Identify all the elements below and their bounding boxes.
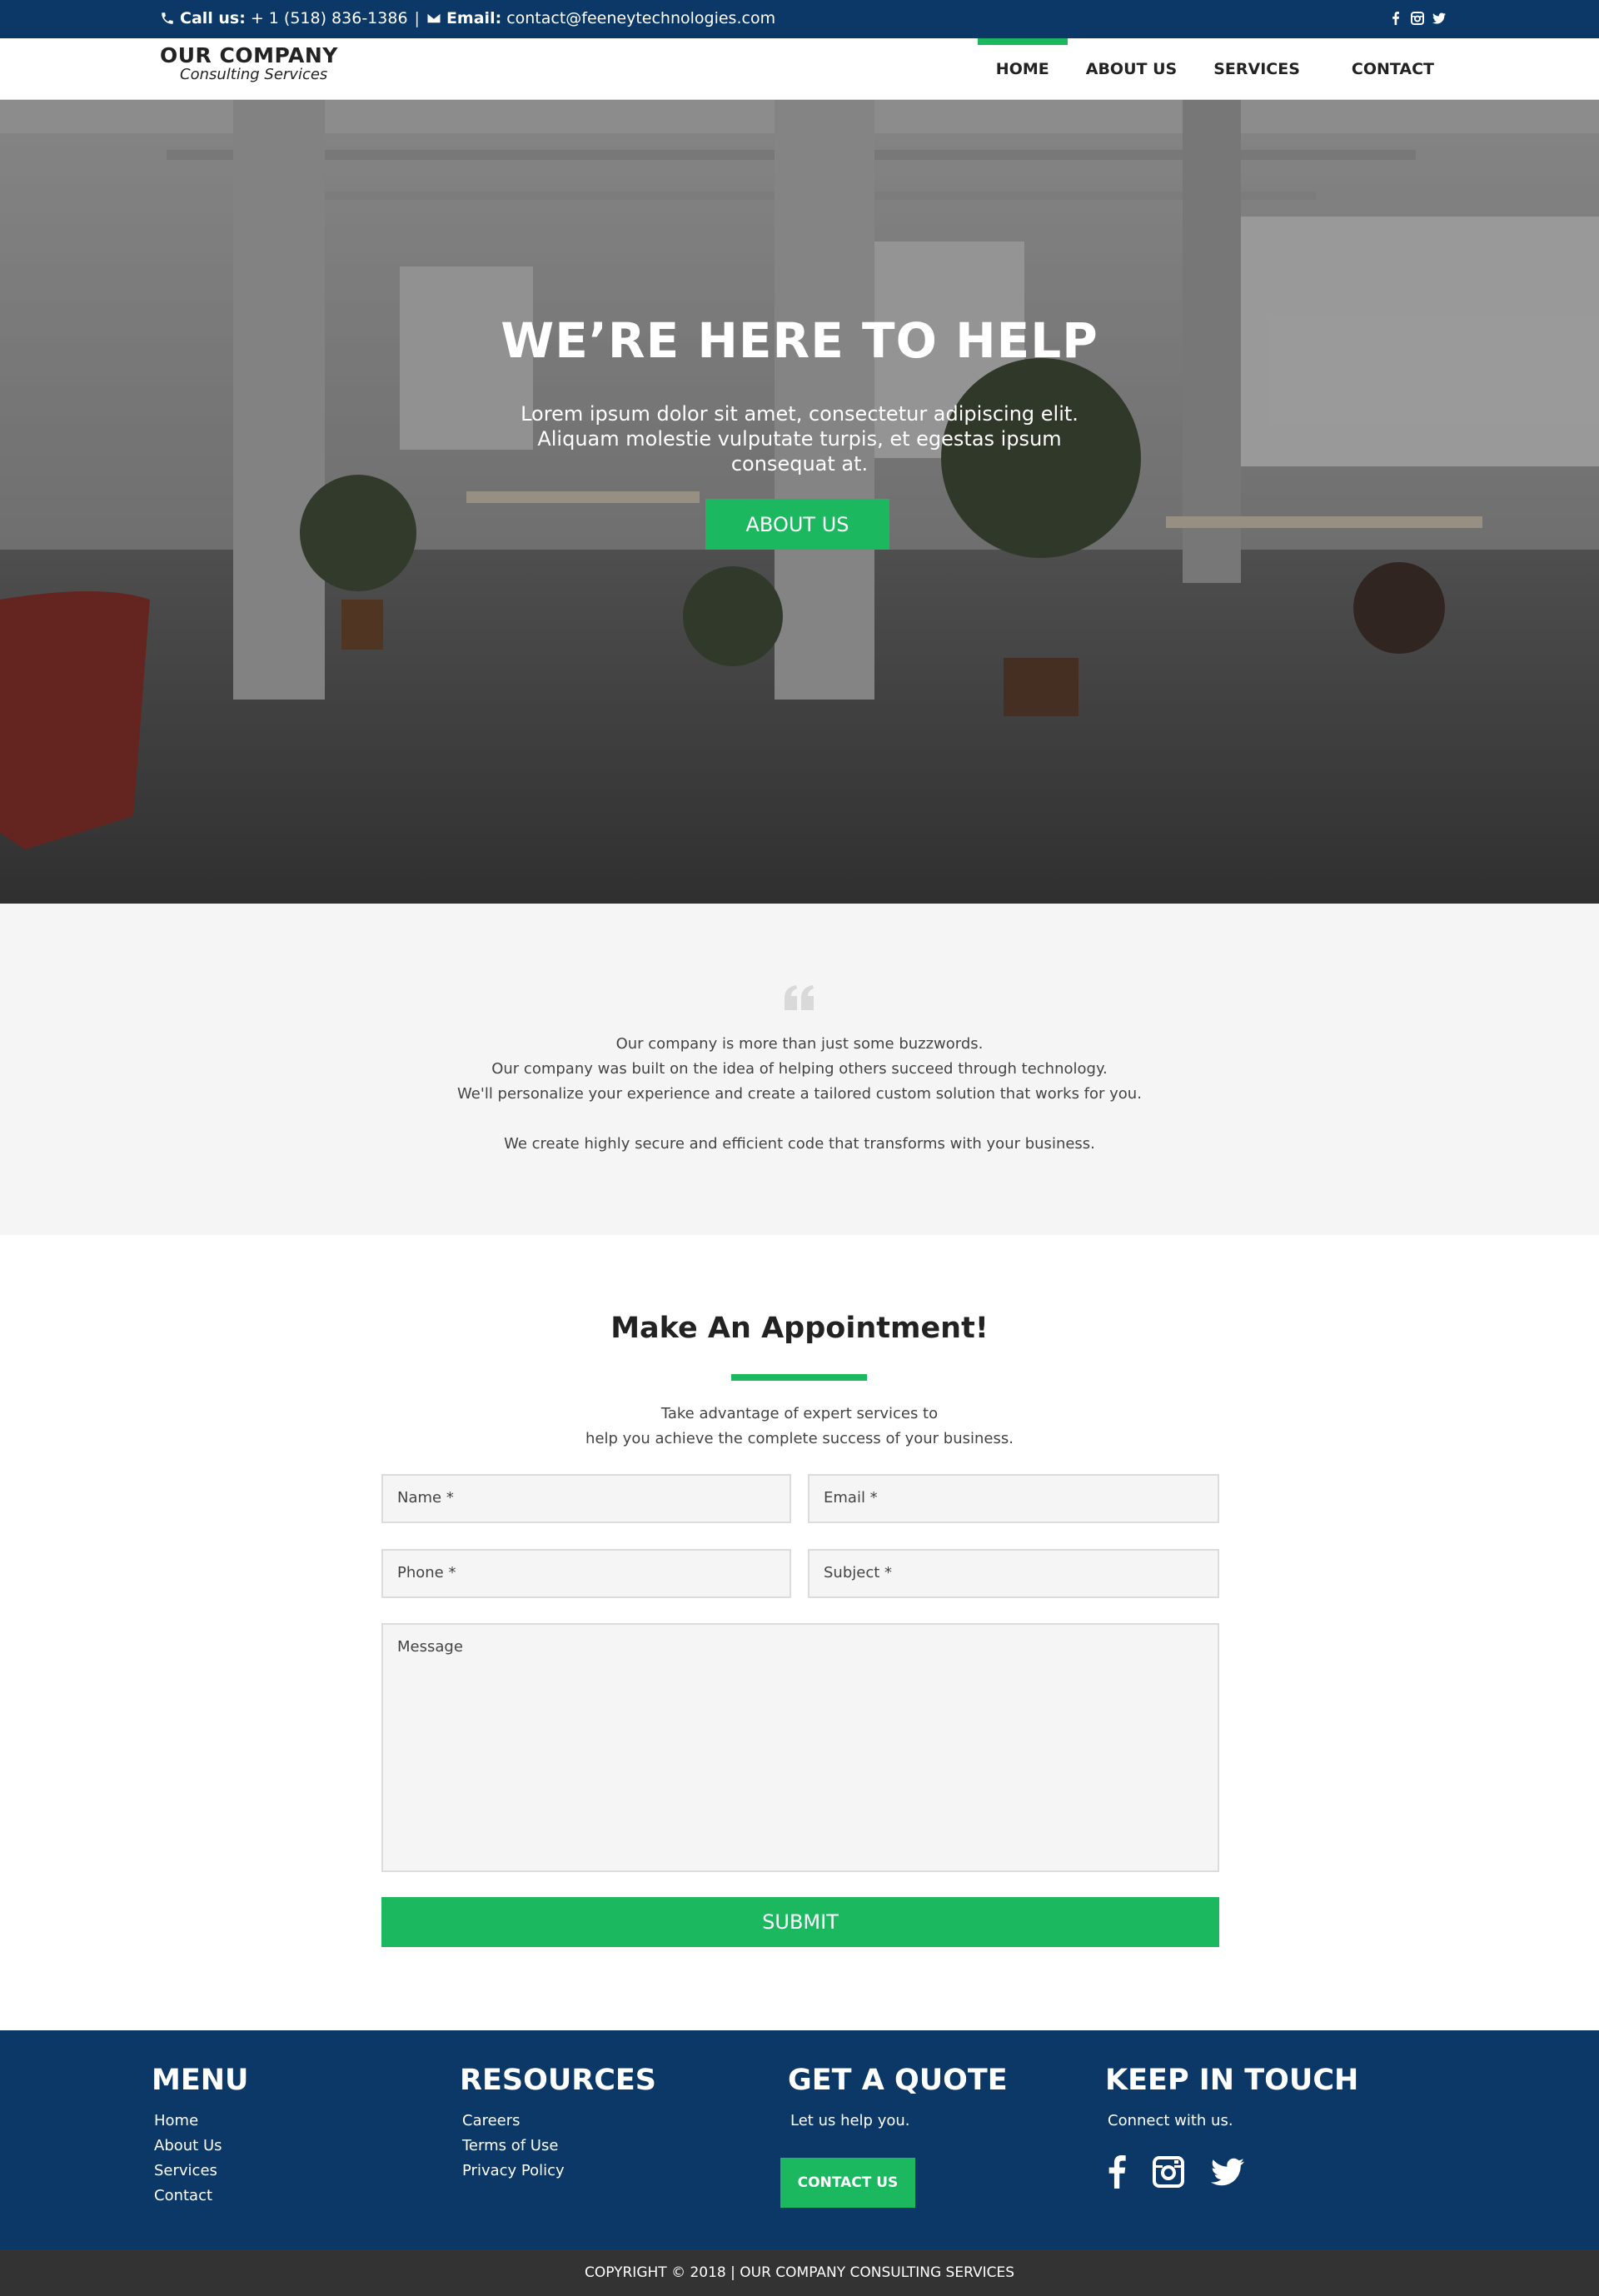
footer-quote: GET A QUOTE Let us help you. (788, 2064, 1008, 2134)
quote-line: We'll personalize your experience and cr… (457, 1085, 1142, 1103)
nav-contact[interactable]: CONTACT (1333, 38, 1452, 100)
top-contact-info: Call us: + 1 (518) 836-1386 | Email: con… (160, 9, 775, 27)
description-line: help you achieve the complete success of… (585, 1430, 1014, 1447)
nav-services[interactable]: SERVICES (1195, 38, 1318, 100)
footer-social-links (1108, 2155, 1244, 2189)
description-line: Take advantage of expert services to (660, 1405, 939, 1422)
phone-icon (162, 12, 173, 24)
quote-icon (785, 985, 814, 1010)
quote-text: Our company is more than just some buzzw… (0, 1032, 1599, 1157)
logo-name: OUR COMPANY (160, 43, 338, 67)
footer-link-services[interactable]: Services (154, 2159, 248, 2184)
call-label: Call us: (180, 9, 246, 27)
appointment-description: Take advantage of expert services to hel… (0, 1402, 1599, 1452)
hero-text: Lorem ipsum dolor sit amet, consectetur … (521, 402, 1078, 476)
instagram-icon[interactable] (1153, 2156, 1184, 2188)
quote-line: Our company was built on the idea of hel… (491, 1060, 1108, 1078)
logo-subtitle: Consulting Services (180, 66, 328, 83)
site-footer: MENU Home About Us Services Contact RESO… (0, 2030, 1599, 2249)
phone-field[interactable]: Phone * (381, 1549, 791, 1598)
twitter-icon[interactable] (1432, 12, 1446, 25)
facebook-icon[interactable] (1108, 2155, 1126, 2189)
hero-title: WE’RE HERE TO HELP (501, 312, 1098, 369)
footer-link-privacy[interactable]: Privacy Policy (462, 2159, 656, 2184)
email-field[interactable]: Email * (808, 1474, 1219, 1523)
about-quote-section: Our company is more than just some buzzw… (0, 904, 1599, 1235)
about-us-button[interactable]: ABOUT US (705, 499, 889, 550)
appointment-section: Make An Appointment! Take advantage of e… (0, 1235, 1599, 2030)
footer-quote-title: GET A QUOTE (788, 2064, 1008, 2097)
site-header: OUR COMPANY Consulting Services HOME ABO… (0, 38, 1599, 100)
footer-touch-text: Connect with us. (1108, 2112, 1233, 2129)
title-underline (731, 1374, 867, 1381)
top-bar: Call us: + 1 (518) 836-1386 | Email: con… (0, 0, 1599, 38)
separator: | (414, 9, 420, 27)
footer-link-careers[interactable]: Careers (462, 2109, 656, 2134)
top-social-links (1389, 12, 1446, 25)
footer-menu: MENU Home About Us Services Contact (152, 2064, 248, 2209)
footer-touch-title: KEEP IN TOUCH (1105, 2064, 1359, 2097)
phone-number[interactable]: + 1 (518) 836-1386 (251, 9, 408, 27)
logo[interactable]: OUR COMPANY Consulting Services (160, 43, 338, 83)
footer-keep-in-touch: KEEP IN TOUCH Connect with us. (1105, 2064, 1358, 2134)
contact-us-button[interactable]: CONTACT US (780, 2158, 915, 2208)
hero-section: WE’RE HERE TO HELP Lorem ipsum dolor sit… (0, 100, 1599, 904)
submit-button[interactable]: SUBMIT (381, 1897, 1219, 1947)
footer-link-contact[interactable]: Contact (154, 2184, 248, 2209)
twitter-icon[interactable] (1211, 2158, 1244, 2186)
subject-field[interactable]: Subject * (808, 1549, 1219, 1598)
facebook-icon[interactable] (1389, 12, 1402, 25)
appointment-title: Make An Appointment! (610, 1312, 989, 1345)
copyright-bar: COPYRIGHT © 2018 | OUR COMPANY CONSULTIN… (0, 2249, 1599, 2296)
message-field[interactable]: Message (381, 1623, 1219, 1872)
main-nav: HOME ABOUT US SERVICES CONTACT (977, 38, 1452, 100)
footer-link-terms[interactable]: Terms of Use (462, 2134, 656, 2159)
nav-about-us[interactable]: ABOUT US (1068, 38, 1195, 100)
footer-menu-title: MENU (152, 2064, 249, 2097)
instagram-icon[interactable] (1411, 12, 1424, 25)
quote-closing: We create highly secure and efficient co… (504, 1135, 1095, 1153)
footer-resources: RESOURCES Careers Terms of Use Privacy P… (460, 2064, 656, 2184)
envelope-icon (427, 13, 441, 23)
quote-line: Our company is more than just some buzzw… (615, 1035, 984, 1053)
footer-resources-title: RESOURCES (460, 2064, 656, 2097)
footer-quote-text: Let us help you. (790, 2112, 910, 2129)
name-field[interactable]: Name * (381, 1474, 791, 1523)
footer-link-about-us[interactable]: About Us (154, 2134, 248, 2159)
footer-link-home[interactable]: Home (154, 2109, 248, 2134)
nav-home[interactable]: HOME (977, 38, 1068, 100)
email-address[interactable]: contact@feeneytechnologies.com (506, 9, 775, 27)
email-label: Email: (446, 9, 502, 27)
